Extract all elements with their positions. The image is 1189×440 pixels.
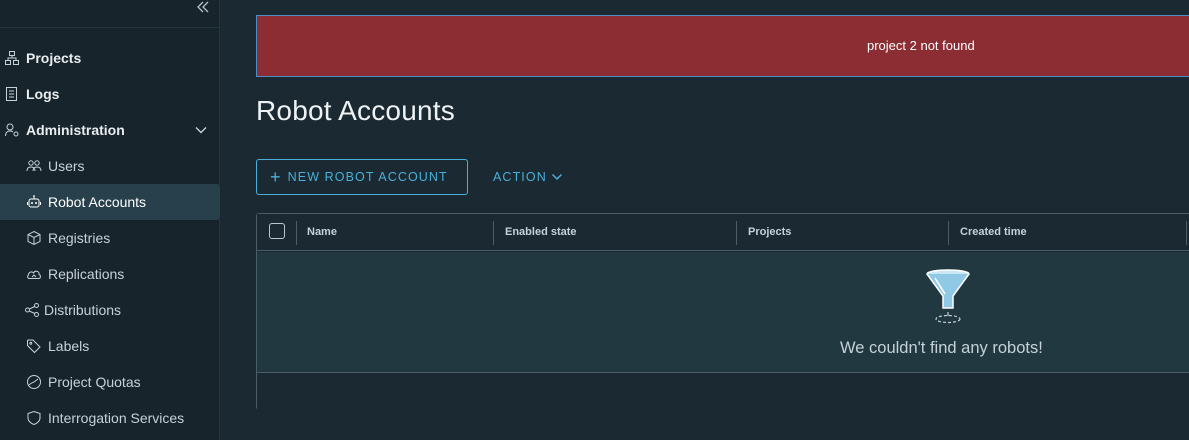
sidebar-item-label: Interrogation Services	[48, 410, 185, 426]
projects-icon	[4, 50, 20, 66]
action-dropdown[interactable]: ACTION	[493, 159, 563, 195]
sidebar-item-administration[interactable]: Administration	[0, 112, 220, 148]
sidebar-item-label: Users	[48, 158, 85, 174]
sidebar-item-robot-accounts[interactable]: Robot Accounts	[0, 184, 220, 220]
sidebar-item-label: Labels	[48, 338, 90, 354]
column-header-enabled-state[interactable]: Enabled state	[505, 226, 577, 238]
sidebar-item-distributions[interactable]: Distributions	[0, 292, 220, 328]
sidebar-item-label: Project Quotas	[48, 374, 141, 390]
plus-icon: +	[270, 167, 282, 187]
sidebar-item-label: Robot Accounts	[48, 194, 147, 210]
chevron-down-icon[interactable]	[195, 124, 207, 136]
sidebar-item-users[interactable]: Users	[0, 148, 220, 184]
sidebar-item-label: Logs	[26, 86, 60, 102]
shield-icon	[26, 410, 42, 426]
action-label: ACTION	[493, 170, 547, 184]
quota-icon	[26, 374, 42, 390]
error-banner: project 2 not found	[256, 15, 1189, 77]
table-empty-state: We couldn't find any robots!	[257, 252, 1189, 373]
error-message: project 2 not found	[867, 38, 975, 53]
sidebar-item-labels[interactable]: Labels	[0, 328, 220, 364]
robot-icon	[26, 194, 42, 210]
registries-icon	[26, 230, 42, 246]
distributions-icon	[24, 302, 40, 318]
tag-icon	[26, 338, 42, 354]
page-title: Robot Accounts	[256, 95, 455, 126]
empty-state-message: We couldn't find any robots!	[840, 339, 1043, 357]
column-header-name[interactable]: Name	[307, 226, 337, 238]
column-divider[interactable]	[1186, 221, 1187, 245]
empty-filter-icon	[926, 269, 970, 324]
sidebar-item-label: Replications	[48, 266, 125, 282]
collapse-sidebar-button[interactable]	[195, 0, 211, 18]
sidebar-item-label: Registries	[48, 230, 111, 246]
robot-accounts-table: Name Enabled state Projects Created time…	[256, 213, 1189, 410]
table-header: Name Enabled state Projects Created time	[257, 214, 1189, 251]
sidebar-item-registries[interactable]: Registries	[0, 220, 220, 256]
sidebar-item-label: Administration	[26, 122, 125, 138]
column-divider[interactable]	[948, 221, 949, 245]
sidebar-item-replications[interactable]: Replications	[0, 256, 220, 292]
new-robot-account-label: NEW ROBOT ACCOUNT	[287, 170, 448, 184]
sidebar-divider	[0, 27, 220, 28]
sidebar-item-label: Distributions	[44, 302, 122, 318]
replications-icon	[26, 266, 42, 282]
sidebar-item-projects[interactable]: Projects	[0, 40, 220, 76]
chevron-down-icon	[551, 173, 562, 181]
select-all-checkbox[interactable]	[269, 223, 285, 239]
administration-icon	[4, 122, 20, 138]
column-divider[interactable]	[736, 221, 737, 245]
new-robot-account-button[interactable]: + NEW ROBOT ACCOUNT	[256, 159, 468, 195]
sidebar-item-project-quotas[interactable]: Project Quotas	[0, 364, 220, 400]
column-header-created-time[interactable]: Created time	[960, 226, 1027, 238]
column-divider[interactable]	[493, 221, 494, 245]
sidebar-item-logs[interactable]: Logs	[0, 76, 220, 112]
users-icon	[26, 158, 42, 174]
column-divider	[296, 221, 297, 245]
sidebar-item-interrogation-services[interactable]: Interrogation Services	[0, 400, 220, 436]
logs-icon	[4, 86, 20, 102]
double-chevron-left-icon	[197, 1, 209, 13]
sidebar-item-label: Projects	[26, 50, 82, 66]
sidebar: Projects Logs Administration Users Robot…	[0, 0, 220, 440]
table-footer	[257, 372, 1189, 410]
column-header-projects[interactable]: Projects	[748, 226, 791, 238]
